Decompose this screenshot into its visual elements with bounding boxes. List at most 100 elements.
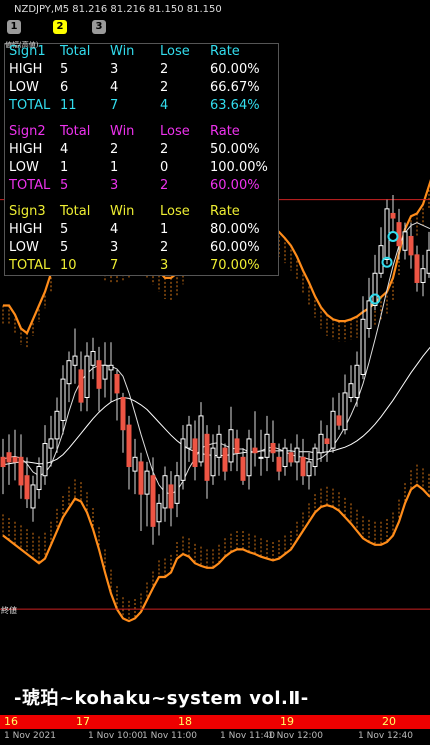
day-tick-label: 19 xyxy=(280,715,294,728)
stats-cell: Rate xyxy=(210,44,240,59)
candle-body xyxy=(234,438,240,454)
day-tick-label: 16 xyxy=(4,715,18,728)
candle-body xyxy=(312,447,318,468)
tab-1-label: 1 xyxy=(10,21,18,32)
tab-3-button[interactable]: 3 xyxy=(92,20,106,34)
candle-body xyxy=(180,438,186,481)
time-axis: 1 Nov 2021 1 Nov 10:00 1 Nov 11:00 1 Nov 11… xyxy=(0,729,430,745)
watermark: -琥珀~kohaku~system vol.Ⅱ- xyxy=(14,688,309,709)
day-axis: 16 17 18 19 20 xyxy=(0,715,430,729)
stats-cell: 7 xyxy=(110,98,119,113)
candle-body xyxy=(318,433,324,454)
candle-body xyxy=(168,484,174,509)
stats-cell: 2 xyxy=(160,80,169,95)
candle-body xyxy=(126,424,132,468)
stats-cell: 6 xyxy=(60,80,69,95)
tab-1-button[interactable]: 1 xyxy=(7,20,21,34)
stats-cell: 1 xyxy=(110,160,119,175)
candle-body xyxy=(24,475,30,500)
stats-cell: LOW xyxy=(9,160,39,175)
stats-cell: Win xyxy=(110,124,135,139)
candle-body xyxy=(270,443,276,454)
band-lower-line xyxy=(2,483,430,623)
candle-body xyxy=(48,438,54,449)
candle-body xyxy=(72,355,78,366)
candle-body xyxy=(138,461,144,495)
stats-cell: 2 xyxy=(110,142,119,157)
candle-body xyxy=(66,360,72,385)
candle-body xyxy=(36,466,42,491)
candle-body xyxy=(276,456,282,472)
stats-cell: 3 xyxy=(110,240,119,255)
candle-body xyxy=(162,475,168,509)
candle-body xyxy=(402,231,408,251)
stats-cell: Win xyxy=(110,44,135,59)
candle-body xyxy=(246,438,252,477)
candle-body xyxy=(306,461,312,477)
day-tick-label: 18 xyxy=(178,715,192,728)
candle-body xyxy=(264,433,270,458)
time-tick-label: 1 Nov 2021 xyxy=(4,731,56,741)
candle-body xyxy=(192,438,198,468)
candle-body xyxy=(414,254,420,283)
stats-cell: 60.00% xyxy=(210,240,260,255)
candle-body xyxy=(258,456,264,459)
candle-body xyxy=(150,475,156,527)
stats-cell: Total xyxy=(60,44,91,59)
candle-body xyxy=(348,383,354,399)
stats-cell: 1 xyxy=(60,160,69,175)
candle-body xyxy=(342,392,348,431)
candle-body xyxy=(78,369,84,403)
symbol-info: NZDJPY,M5 81.216 81.216 81.150 81.150 xyxy=(14,4,222,15)
stats-cell: Win xyxy=(110,204,135,219)
stats-cell: Total xyxy=(60,204,91,219)
stats-cell: 50.00% xyxy=(210,142,260,157)
candle-body xyxy=(108,364,114,371)
candle-body xyxy=(174,475,180,504)
candle-body xyxy=(294,447,300,463)
stats-cell: 2 xyxy=(160,142,169,157)
candle-body xyxy=(102,364,108,380)
candle-body xyxy=(42,443,48,477)
stats-cell: 70.00% xyxy=(210,258,260,273)
time-tick-label: 1 Nov 12:40 xyxy=(358,731,413,741)
candle-body xyxy=(210,447,216,477)
time-tick-label: 1 Nov 10:00 xyxy=(88,731,143,741)
stats-cell: 60.00% xyxy=(210,62,260,77)
stats-cell: 66.67% xyxy=(210,80,260,95)
candle-body xyxy=(324,438,330,445)
candle-body xyxy=(360,318,366,375)
stats-cell: Sign2 xyxy=(9,124,46,139)
time-tick-label: 1 Nov 12:00 xyxy=(268,731,323,741)
stats-cell: LOW xyxy=(9,240,39,255)
candle-body xyxy=(288,452,294,463)
candle-body xyxy=(228,429,234,463)
stats-cell: HIGH xyxy=(9,222,43,237)
stats-cell: 2 xyxy=(160,178,169,193)
candle-body xyxy=(186,424,192,449)
lower-level-label: 終値 xyxy=(1,606,17,615)
stats-cell: 10 xyxy=(60,258,77,273)
stats-cell: Lose xyxy=(160,124,190,139)
tab-2-button[interactable]: 2 xyxy=(53,20,67,34)
stats-cell: HIGH xyxy=(9,62,43,77)
stats-cell: 63.64% xyxy=(210,98,260,113)
candle-body xyxy=(240,456,246,481)
day-tick-label: 17 xyxy=(76,715,90,728)
candle-body xyxy=(156,502,162,523)
candle-body xyxy=(6,452,12,463)
candle-body xyxy=(204,433,210,481)
stats-cell: 11 xyxy=(60,98,77,113)
time-tick-label: 1 Nov 11:00 xyxy=(142,731,197,741)
candle-body xyxy=(60,378,66,422)
candle-body xyxy=(198,415,204,463)
candle-body xyxy=(408,235,414,256)
candle-body xyxy=(366,300,372,329)
signal-marker xyxy=(387,230,399,242)
stats-cell: TOTAL xyxy=(9,178,51,193)
stats-cell: Rate xyxy=(210,204,240,219)
stats-cell: 4 xyxy=(160,98,169,113)
stats-cell: 100.00% xyxy=(210,160,268,175)
candle-body xyxy=(12,456,18,463)
stats-cell: 3 xyxy=(160,258,169,273)
